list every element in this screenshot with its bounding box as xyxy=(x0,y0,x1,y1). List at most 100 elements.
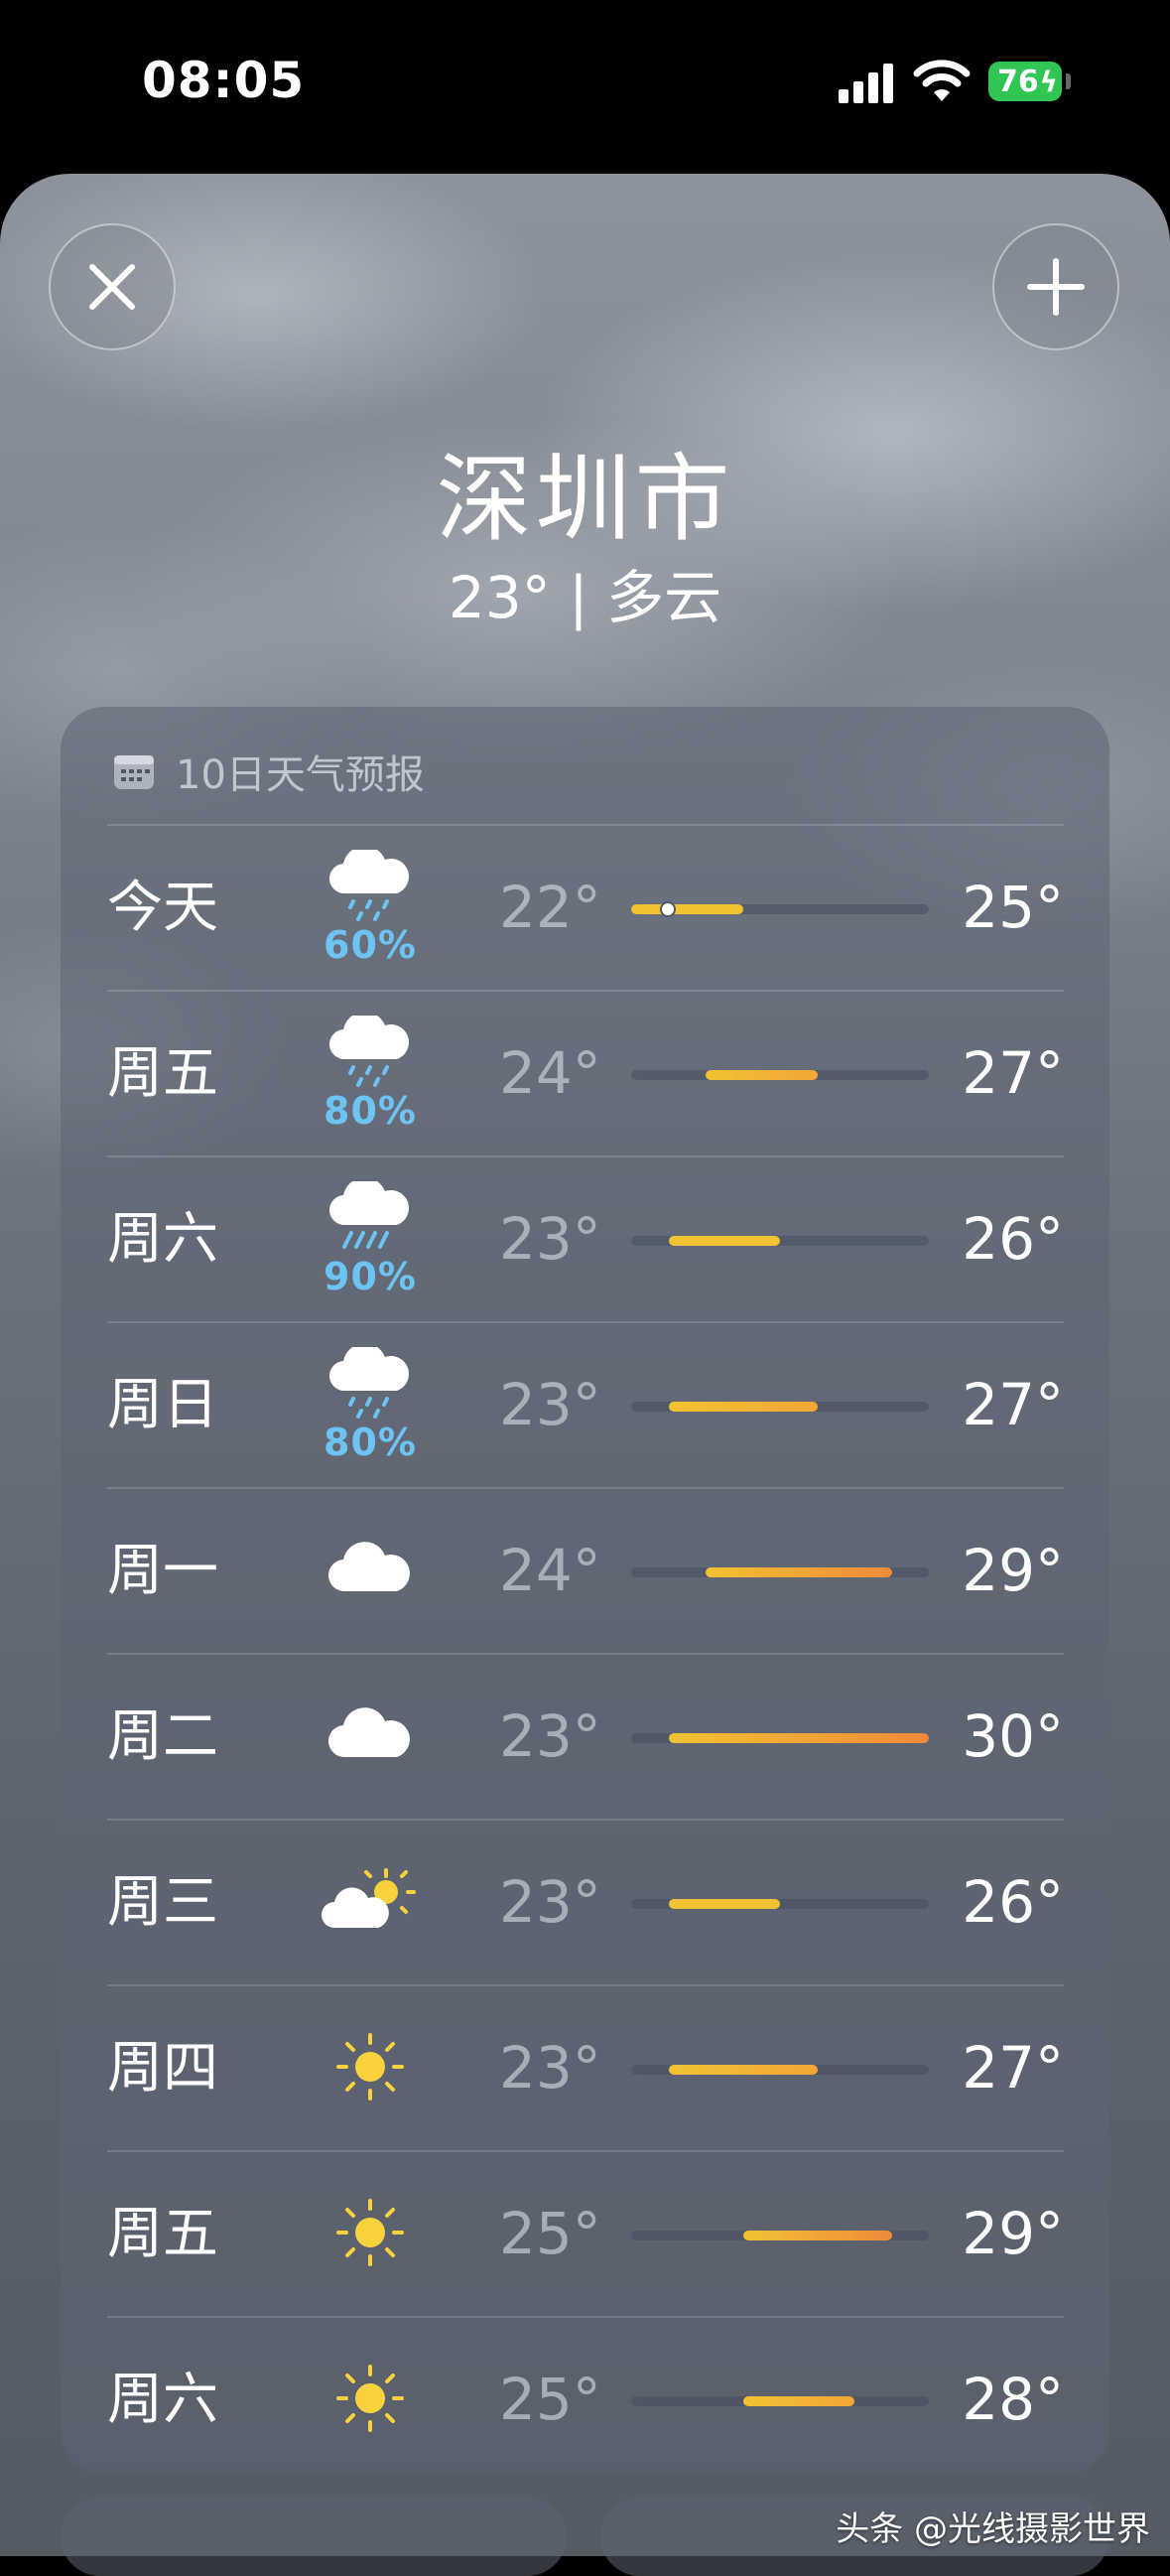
temp-range-track xyxy=(631,2065,929,2075)
temp-range-bar xyxy=(668,1733,929,1743)
forecast-day: 周二 xyxy=(107,1704,218,1769)
rain-cloud-icon xyxy=(325,1343,415,1424)
forecast-row[interactable]: 周四 23° 27° xyxy=(107,1984,1064,2150)
current-temp-marker xyxy=(660,901,677,917)
forecast-day: 周五 xyxy=(107,1041,218,1106)
rain-cloud-icon xyxy=(325,846,415,927)
forecast-row[interactable]: 周一 24° 29° xyxy=(107,1487,1064,1653)
weather-icon-group xyxy=(316,1838,425,1967)
temp-range-track xyxy=(631,2396,929,2406)
temp-range-track xyxy=(631,901,929,917)
high-temp: 27° xyxy=(962,1039,1064,1107)
low-temp: 23° xyxy=(499,1868,601,1936)
temp-range-bar xyxy=(668,1899,780,1909)
forecast-day: 周日 xyxy=(107,1373,218,1437)
aqi-card-peek[interactable] xyxy=(61,2497,567,2576)
weather-icon-group xyxy=(316,1673,425,1802)
high-temp: 27° xyxy=(962,2034,1064,2101)
battery-indicator: 76 ϟ xyxy=(988,62,1062,101)
high-temp: 29° xyxy=(962,2200,1064,2267)
weather-icon-group: 90% xyxy=(316,1175,425,1304)
sun-icon xyxy=(332,2361,408,2440)
temp-range-track xyxy=(631,1236,929,1246)
forecast-day: 周三 xyxy=(107,1870,218,1935)
card-header: 10日天气预报 xyxy=(112,742,425,801)
low-temp: 24° xyxy=(499,1039,601,1107)
low-temp: 22° xyxy=(499,874,601,941)
low-temp: 23° xyxy=(499,2034,601,2101)
charging-bolt-icon: ϟ xyxy=(1039,66,1058,98)
close-icon xyxy=(89,264,135,310)
forecast-day: 周五 xyxy=(107,2202,218,2266)
high-temp: 30° xyxy=(962,1702,1064,1770)
city-name: 深圳市 xyxy=(436,444,734,555)
forecast-day: 周六 xyxy=(107,1207,218,1272)
temp-range-bar xyxy=(706,1070,818,1080)
weather-icon-group: 60% xyxy=(316,844,425,973)
temp-range-track xyxy=(631,1402,929,1412)
cloud-icon xyxy=(325,1540,415,1603)
status-time: 08:05 xyxy=(142,52,306,109)
precip-chance: 80% xyxy=(324,1089,417,1133)
forecast-row[interactable]: 周五 25° 29° xyxy=(107,2150,1064,2316)
watermark: 头条 @光线摄影世界 xyxy=(836,2509,1150,2549)
forecast-row[interactable]: 今天 60% 22° 25° xyxy=(107,824,1064,990)
partly-sunny-icon xyxy=(321,1866,420,1940)
temp-range-bar xyxy=(742,2396,854,2406)
temp-range-track xyxy=(631,1567,929,1577)
temp-range-bar xyxy=(742,2231,892,2240)
forecast-row[interactable]: 周二 23° 30° xyxy=(107,1653,1064,1819)
forecast-day: 周六 xyxy=(107,2368,218,2432)
precip-chance: 80% xyxy=(324,1421,417,1464)
temp-range-bar xyxy=(706,1567,892,1577)
forecast-row[interactable]: 周三 23° 26° xyxy=(107,1819,1064,1984)
low-temp: 23° xyxy=(499,1205,601,1273)
temp-range-track xyxy=(631,2231,929,2240)
temp-range-bar xyxy=(631,901,743,917)
sun-icon xyxy=(332,2029,408,2108)
current-conditions: 23° | 多云 xyxy=(448,564,722,631)
forecast-row[interactable]: 周六 25° 28° xyxy=(107,2316,1064,2482)
forecast-row[interactable]: 周五 80% 24° 27° xyxy=(107,990,1064,1155)
card-title: 10日天气预报 xyxy=(176,752,425,798)
high-temp: 25° xyxy=(962,874,1064,941)
close-button[interactable] xyxy=(49,223,176,350)
wifi-icon xyxy=(913,60,971,101)
high-temp: 26° xyxy=(962,1205,1064,1273)
battery-level: 76 xyxy=(997,64,1039,99)
precip-chance: 90% xyxy=(324,1255,417,1298)
weather-icon-group xyxy=(316,1507,425,1636)
cloud-icon xyxy=(325,1705,415,1769)
forecast-day: 周四 xyxy=(107,2036,218,2101)
plus-icon xyxy=(1027,258,1085,316)
temp-range-track xyxy=(631,1070,929,1080)
low-temp: 25° xyxy=(499,2366,601,2433)
temp-range-track xyxy=(631,1899,929,1909)
forecast-day: 周一 xyxy=(107,1539,218,1603)
heavy-rain-cloud-icon xyxy=(325,1177,415,1259)
high-temp: 26° xyxy=(962,1868,1064,1936)
weather-icon-group xyxy=(316,2004,425,2133)
temp-range-bar xyxy=(668,2065,818,2075)
low-temp: 25° xyxy=(499,2200,601,2267)
temp-range-bar xyxy=(668,1236,780,1246)
sun-icon xyxy=(332,2195,408,2274)
cellular-signal-icon xyxy=(839,64,893,103)
low-temp: 23° xyxy=(499,1702,601,1770)
weather-icon-group xyxy=(316,2170,425,2299)
forecast-row[interactable]: 周六 90% 23° 26° xyxy=(107,1155,1064,1321)
low-temp: 23° xyxy=(499,1371,601,1438)
add-city-button[interactable] xyxy=(992,223,1119,350)
weather-icon-group xyxy=(316,2336,425,2465)
high-temp: 28° xyxy=(962,2366,1064,2433)
high-temp: 27° xyxy=(962,1371,1064,1438)
weather-icon-group: 80% xyxy=(316,1341,425,1470)
temp-range-bar xyxy=(668,1402,818,1412)
weather-icon-group: 80% xyxy=(316,1010,425,1139)
forecast-row[interactable]: 周日 80% 23° 27° xyxy=(107,1321,1064,1487)
low-temp: 24° xyxy=(499,1537,601,1604)
precip-chance: 60% xyxy=(324,923,417,967)
status-bar: 08:05 76 ϟ xyxy=(0,0,1170,174)
temp-range-track xyxy=(631,1733,929,1743)
forecast-list: 今天 60% 22° 25° 周五 80% 24° 27° 周六 90% 23°… xyxy=(107,824,1064,2482)
